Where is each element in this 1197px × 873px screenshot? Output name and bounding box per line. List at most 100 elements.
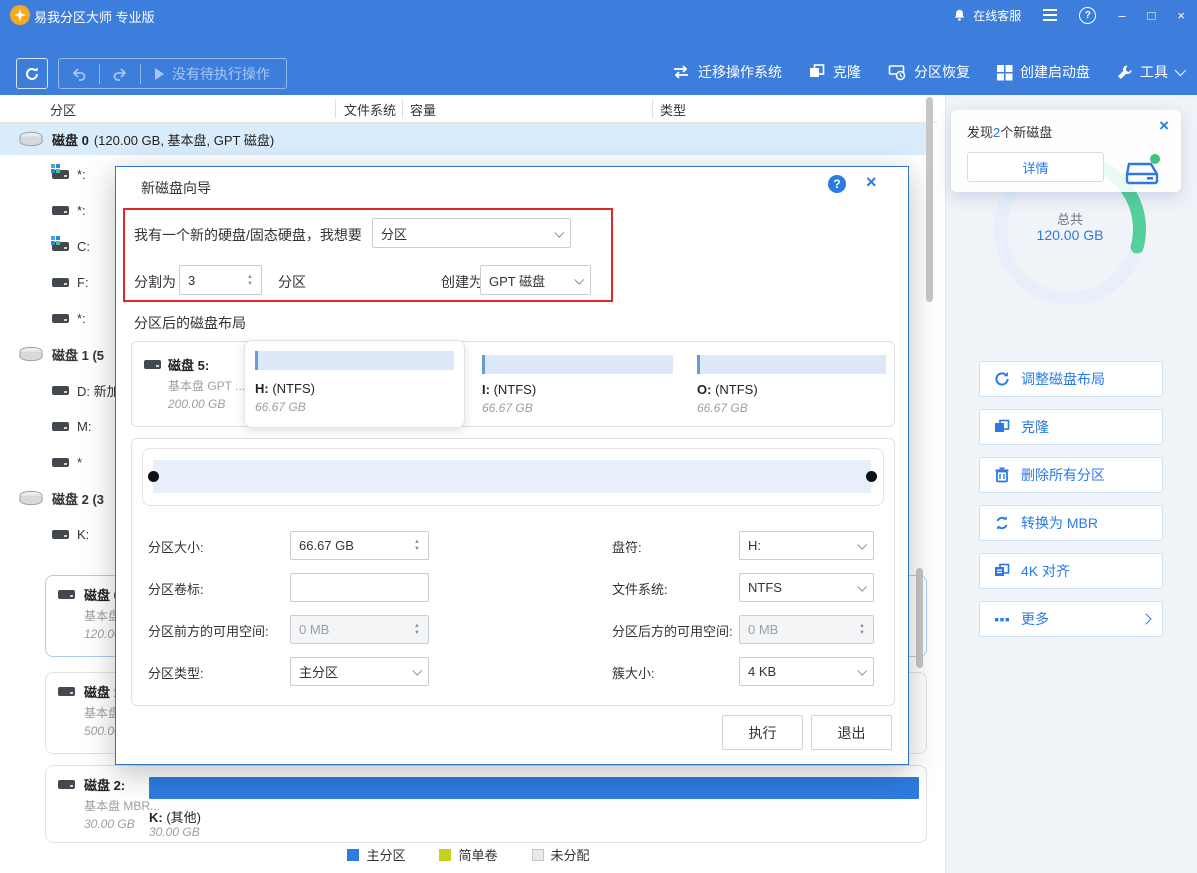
spinner-arrows-icon[interactable]: ▲▼ bbox=[414, 539, 420, 552]
convert-to-mbr-button[interactable]: 转换为 MBR bbox=[979, 505, 1163, 541]
partition-settings-panel: 分区大小: ▲▼ 盘符: H: 分区卷标: 文件系统: NTFS 分区前方的可用… bbox=[131, 438, 895, 706]
drive-letter-label: 盘符: bbox=[612, 537, 642, 556]
drive-system-icon bbox=[52, 170, 69, 179]
execute-button[interactable]: 执行 bbox=[722, 715, 803, 750]
disk0-name: 磁盘 0 bbox=[52, 130, 89, 149]
clone-button[interactable]: 克隆 bbox=[808, 62, 861, 82]
vertical-scrollbar-lower[interactable] bbox=[916, 568, 923, 668]
maximize-button[interactable]: □ bbox=[1148, 8, 1156, 23]
primary-swatch bbox=[347, 849, 359, 861]
pending-operations-button[interactable]: 没有待执行操作 bbox=[145, 64, 282, 84]
delete-all-partitions-button[interactable]: 删除所有分区 bbox=[979, 457, 1163, 493]
clone-icon bbox=[808, 63, 826, 81]
minimize-button[interactable]: – bbox=[1118, 8, 1125, 23]
create-as-select[interactable]: GPT 磁盘 bbox=[480, 265, 591, 295]
migrate-os-button[interactable]: 迁移操作系统 bbox=[671, 62, 782, 82]
dialog-help-icon[interactable]: ? bbox=[828, 175, 846, 193]
sidebar: 已用空间 30.08 GB 总共 120.00 GB 发现2个新磁盘 × 详情 … bbox=[945, 95, 1197, 873]
partition-bar-k[interactable] bbox=[149, 777, 919, 799]
spinner-arrows-icon[interactable]: ▲▼ bbox=[247, 274, 253, 287]
chevron-down-icon bbox=[857, 540, 867, 550]
clone-disk-button[interactable]: 克隆 bbox=[979, 409, 1163, 445]
filesystem-select[interactable]: NTFS bbox=[739, 573, 874, 602]
partition-recovery-icon bbox=[887, 63, 907, 81]
volume-label-field[interactable] bbox=[290, 573, 429, 602]
more-button[interactable]: 更多 bbox=[979, 601, 1163, 637]
col-filesystem: 文件系统 bbox=[344, 100, 396, 119]
drive-letter-select[interactable]: H: bbox=[739, 531, 874, 560]
tree-item-label: F: bbox=[77, 275, 89, 290]
close-button[interactable]: × bbox=[1177, 8, 1185, 23]
partition-recovery-button[interactable]: 分区恢复 bbox=[887, 62, 970, 82]
donut-total-label: 总共 bbox=[990, 209, 1150, 228]
convert-icon bbox=[994, 515, 1010, 531]
tree-item-label: *: bbox=[77, 311, 86, 326]
intent-select[interactable]: 分区 bbox=[372, 218, 571, 248]
space-after-stepper: 0 MB ▲▼ bbox=[739, 615, 874, 644]
cluster-size-select[interactable]: 4 KB bbox=[739, 657, 874, 686]
dialog-close-icon[interactable]: × bbox=[866, 172, 877, 193]
layout-section-title: 分区后的磁盘布局 bbox=[134, 313, 246, 333]
tree-item-label: *: bbox=[77, 167, 86, 182]
undo-button[interactable] bbox=[63, 67, 95, 81]
split-count-input[interactable] bbox=[188, 273, 247, 288]
size-input[interactable] bbox=[299, 538, 414, 553]
slider-handle-right[interactable] bbox=[866, 471, 877, 482]
drive-icon bbox=[52, 458, 69, 467]
partition-size-k: 30.00 GB bbox=[149, 825, 200, 839]
volume-label-input[interactable] bbox=[299, 580, 420, 595]
spinner-arrows-icon: ▲▼ bbox=[859, 623, 865, 636]
online-service-button[interactable]: 在线客服 bbox=[953, 7, 1021, 24]
drive-icon bbox=[52, 530, 69, 539]
wizard-partition-h[interactable]: H: (NTFS) 66.67 GB bbox=[244, 340, 465, 428]
partition-type-value: 主分区 bbox=[299, 662, 338, 681]
notification-close-icon[interactable]: × bbox=[1159, 116, 1169, 136]
new-disk-wizard-dialog: 新磁盘向导 ? × 我有一个新的硬盘/固态硬盘，我想要 分区 分割为 ▲▼ 分区… bbox=[115, 166, 909, 765]
disk-card-2[interactable]: 磁盘 2: 基本盘 MBR... 30.00 GB K: (其他) 30.00 … bbox=[45, 765, 927, 843]
chevron-down-icon bbox=[554, 227, 564, 237]
dialog-title: 新磁盘向导 bbox=[141, 178, 211, 198]
4k-align-icon bbox=[994, 563, 1010, 579]
chevron-down-icon bbox=[857, 666, 867, 676]
create-bootdisk-button[interactable]: 创建启动盘 bbox=[996, 62, 1090, 82]
redo-icon bbox=[112, 67, 128, 81]
tools-button[interactable]: 工具 bbox=[1116, 62, 1183, 82]
cluster-size-label: 簇大小: bbox=[612, 663, 655, 682]
refresh-button[interactable] bbox=[16, 58, 48, 89]
space-before-stepper: 0 MB ▲▼ bbox=[290, 615, 429, 644]
vertical-scrollbar[interactable] bbox=[926, 97, 933, 302]
legend-simple-volume: 简单卷 bbox=[439, 845, 497, 864]
cluster-size-value: 4 KB bbox=[748, 664, 776, 679]
size-stepper[interactable]: ▲▼ bbox=[290, 531, 429, 560]
split-label: 分割为 bbox=[134, 272, 176, 292]
adjust-layout-icon bbox=[994, 371, 1010, 387]
app-title: 易我分区大师 专业版 bbox=[34, 7, 155, 26]
slider-handle-left[interactable] bbox=[148, 471, 159, 482]
menu-list-icon[interactable] bbox=[1043, 9, 1057, 21]
drive-icon bbox=[144, 360, 161, 369]
migrate-os-label: 迁移操作系统 bbox=[698, 62, 782, 82]
legend-primary: 主分区 bbox=[347, 845, 405, 864]
adjust-layout-button[interactable]: 调整磁盘布局 bbox=[979, 361, 1163, 397]
disk0-info: (120.00 GB, 基本盘, GPT 磁盘) bbox=[94, 130, 274, 149]
disk-icon bbox=[18, 490, 44, 507]
action-label: 删除所有分区 bbox=[1021, 465, 1105, 485]
size-slider[interactable] bbox=[142, 448, 884, 506]
action-label: 调整磁盘布局 bbox=[1021, 369, 1105, 389]
split-count-stepper[interactable]: ▲▼ bbox=[179, 265, 262, 295]
wizard-partition-o[interactable]: O: (NTFS) 66.67 GB bbox=[695, 342, 893, 426]
wizard-disk-size: 200.00 GB bbox=[168, 397, 245, 411]
intent-label: 我有一个新的硬盘/固态硬盘，我想要 bbox=[134, 225, 362, 245]
more-icon bbox=[994, 611, 1010, 627]
details-button[interactable]: 详情 bbox=[967, 152, 1104, 182]
4k-align-button[interactable]: 4K 对齐 bbox=[979, 553, 1163, 589]
tree-item-disk0[interactable]: 磁盘 0 (120.00 GB, 基本盘, GPT 磁盘) bbox=[0, 123, 926, 155]
size-label: 分区大小: bbox=[148, 537, 204, 556]
drive-system-icon bbox=[52, 242, 69, 251]
help-icon[interactable]: ? bbox=[1079, 7, 1096, 24]
wizard-partition-i[interactable]: I: (NTFS) 66.67 GB bbox=[480, 342, 692, 426]
exit-button[interactable]: 退出 bbox=[811, 715, 892, 750]
redo-button[interactable] bbox=[104, 67, 136, 81]
partition-type-select[interactable]: 主分区 bbox=[290, 657, 429, 686]
create-bootdisk-icon bbox=[996, 64, 1013, 81]
